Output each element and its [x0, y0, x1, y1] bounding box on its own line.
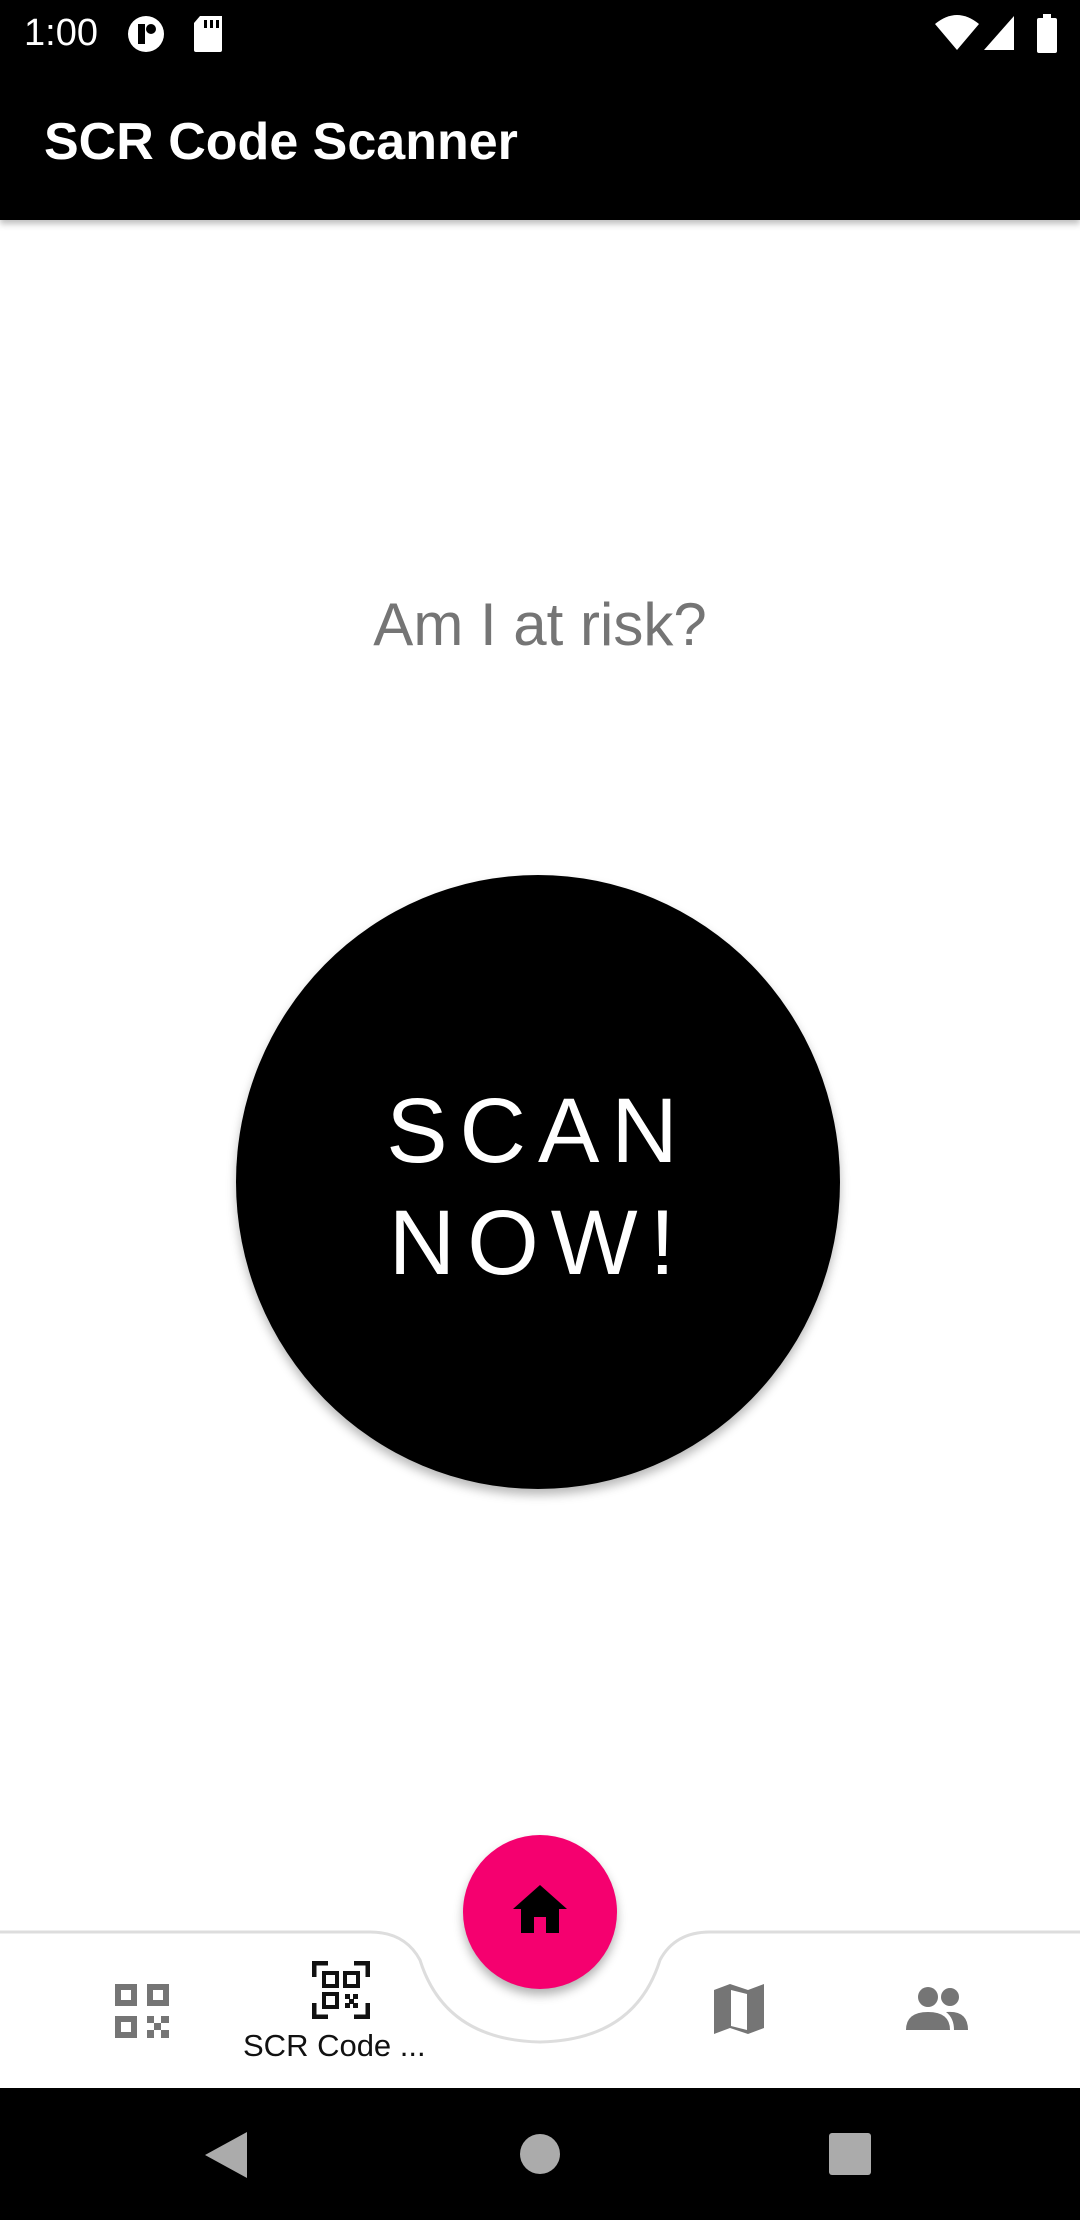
home-circle-icon[interactable]: [519, 2133, 561, 2180]
home-icon: [513, 1885, 567, 1940]
nav-label-scanner[interactable]: SCR Code ...: [243, 2028, 426, 2064]
notification-app-icon: [126, 14, 166, 59]
app-bar: SCR Code Scanner: [0, 66, 1080, 220]
scan-now-button[interactable]: SCAN NOW!: [236, 875, 840, 1489]
scan-label-line1: SCAN: [386, 1080, 690, 1182]
status-bar: 1:00: [0, 0, 1080, 66]
scan-label-line2: NOW!: [388, 1192, 688, 1294]
signal-icon: [982, 14, 1016, 57]
qr-code-icon[interactable]: [115, 1984, 169, 2043]
status-time: 1:00: [24, 12, 98, 54]
back-icon[interactable]: [205, 2132, 247, 2183]
recents-icon[interactable]: [829, 2133, 871, 2180]
app-title: SCR Code Scanner: [44, 113, 518, 171]
scan-button-label: SCAN NOW!: [236, 1075, 840, 1299]
qr-scanner-icon[interactable]: [311, 1960, 371, 2024]
people-icon[interactable]: [906, 1986, 968, 2037]
home-fab[interactable]: [463, 1835, 617, 1989]
map-icon[interactable]: [712, 1982, 766, 2041]
system-navigation-bar: [0, 2088, 1080, 2220]
battery-icon: [1036, 14, 1058, 59]
wifi-icon: [934, 14, 980, 57]
risk-question: Am I at risk?: [373, 591, 707, 658]
sd-card-icon: [192, 14, 226, 59]
